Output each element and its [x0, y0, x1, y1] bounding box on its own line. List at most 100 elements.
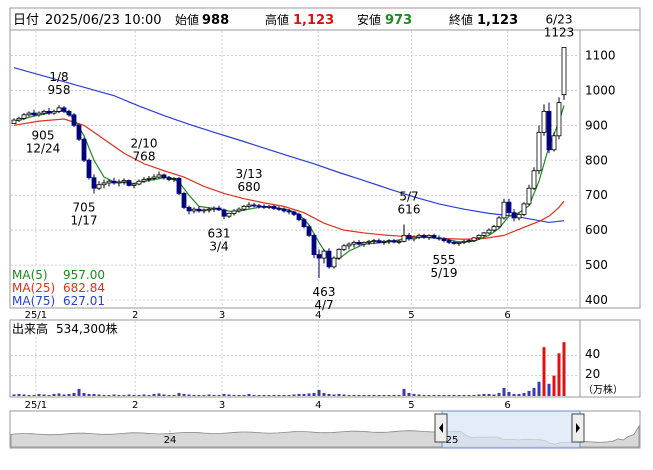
candle-body-up	[411, 236, 417, 240]
candle-body-down	[221, 209, 227, 217]
volume-bar	[352, 394, 356, 396]
candle-body-down	[71, 114, 77, 126]
candle	[496, 216, 502, 229]
open-value: 988	[202, 13, 229, 28]
volume-bar	[77, 388, 81, 396]
volume-bar	[192, 394, 196, 396]
candle-body-down	[311, 234, 317, 255]
annotation-705: 705	[73, 200, 96, 214]
volume-bar	[172, 394, 176, 396]
candle-body-up	[191, 208, 197, 212]
annotation-3-13: 3/13	[236, 167, 263, 181]
candle-body-down	[126, 180, 132, 186]
price-xtick-25/1: 25/1	[25, 310, 47, 321]
candle-body-up	[466, 240, 472, 243]
candle	[86, 158, 92, 180]
candle-body-up	[116, 181, 122, 184]
candle-body-up	[131, 183, 137, 186]
annotation-616: 616	[398, 203, 421, 217]
volume-bar	[157, 393, 161, 396]
candle-body-up	[266, 205, 272, 208]
annotation-2-10: 2/10	[131, 136, 158, 150]
volume-xtick-3: 3	[219, 400, 225, 411]
volume-bar	[42, 394, 46, 396]
volume-bar	[302, 393, 306, 396]
candle-body-down	[196, 208, 202, 212]
candle-body-down	[376, 240, 382, 243]
volume-bar	[437, 394, 441, 396]
candle-body-down	[176, 178, 182, 194]
legend-ma5-value: 957.00	[63, 268, 105, 282]
volume-bar	[137, 394, 141, 396]
price-tick-1100: 1100	[585, 48, 616, 62]
volume-bar	[432, 394, 436, 396]
candle-body-down	[446, 240, 452, 243]
volume-bar	[407, 392, 411, 396]
price-xtick-4: 4	[315, 310, 321, 321]
date-label: 日付	[13, 13, 39, 28]
candle-body-down	[181, 193, 187, 208]
volume-bar	[307, 393, 311, 396]
candle-body-up	[236, 208, 242, 212]
volume-bar	[167, 394, 171, 396]
candle-body-up	[26, 112, 32, 116]
volume-bar	[502, 387, 506, 396]
candle-body-up	[476, 234, 482, 239]
candle-body-down	[306, 226, 312, 236]
candle-body-up	[206, 208, 212, 211]
candle-body-down	[66, 110, 72, 116]
annotation-1-8: 1/8	[49, 70, 68, 84]
volume-bar	[387, 394, 391, 396]
candle-body-down	[111, 180, 117, 184]
volume-bar	[312, 392, 316, 396]
candle-body-up	[146, 178, 152, 180]
annotation-5-19: 5/19	[431, 266, 458, 280]
candle-body-down	[301, 219, 307, 228]
candle-body-up	[561, 47, 567, 95]
volume-bar	[272, 394, 276, 396]
candle-body-down	[286, 210, 292, 213]
price-tick-1000: 1000	[585, 83, 616, 97]
legend-ma25-value: 682.84	[63, 281, 105, 295]
candle-body-up	[361, 241, 367, 245]
volume-bar	[457, 394, 461, 396]
candle-body-down	[451, 241, 457, 244]
candle-body-up	[556, 102, 562, 137]
candle-body-down	[161, 174, 167, 179]
candle-body-up	[151, 176, 157, 179]
candle-body-up	[231, 210, 237, 214]
price-xtick-3: 3	[219, 310, 225, 321]
annotation-463: 463	[313, 285, 336, 299]
annotation-12-24: 12/24	[26, 142, 61, 156]
close-value: 1,123	[477, 13, 518, 28]
volume-bar	[62, 394, 66, 396]
volume-bar	[227, 394, 231, 396]
volume-bar	[212, 394, 216, 396]
high-label: 高値	[265, 12, 289, 27]
annotation-1-17: 1/17	[71, 213, 98, 227]
navigator-right-handle[interactable]	[571, 413, 585, 443]
candle-body-up	[121, 180, 127, 183]
volume-bar	[237, 394, 241, 396]
candle	[81, 137, 87, 163]
legend-ma25-label: MA(25)	[12, 281, 55, 295]
annotation-680: 680	[238, 180, 261, 194]
candle	[181, 191, 187, 210]
candle-body-down	[281, 208, 287, 212]
candle-body-up	[226, 212, 232, 217]
volume-bar	[337, 393, 341, 396]
volume-bar	[547, 383, 551, 396]
candle-body-down	[91, 177, 97, 189]
annotation-5-7: 5/7	[399, 190, 418, 204]
candle-body-down	[276, 208, 282, 210]
candle-body-up	[36, 112, 42, 116]
navigator-selection[interactable]	[441, 410, 581, 449]
price-tick-600: 600	[585, 223, 608, 237]
candle-body-down	[436, 237, 442, 240]
candle-body-down	[291, 211, 297, 215]
volume-bar	[382, 394, 386, 396]
navigator-left-handle[interactable]	[434, 413, 448, 443]
stock-chart: 日付 2025/06/23 10:00 始値 988 高値 1,123 安値 9…	[9, 7, 641, 449]
volume-xtick-4: 4	[315, 400, 321, 411]
volume-bar	[322, 392, 326, 396]
